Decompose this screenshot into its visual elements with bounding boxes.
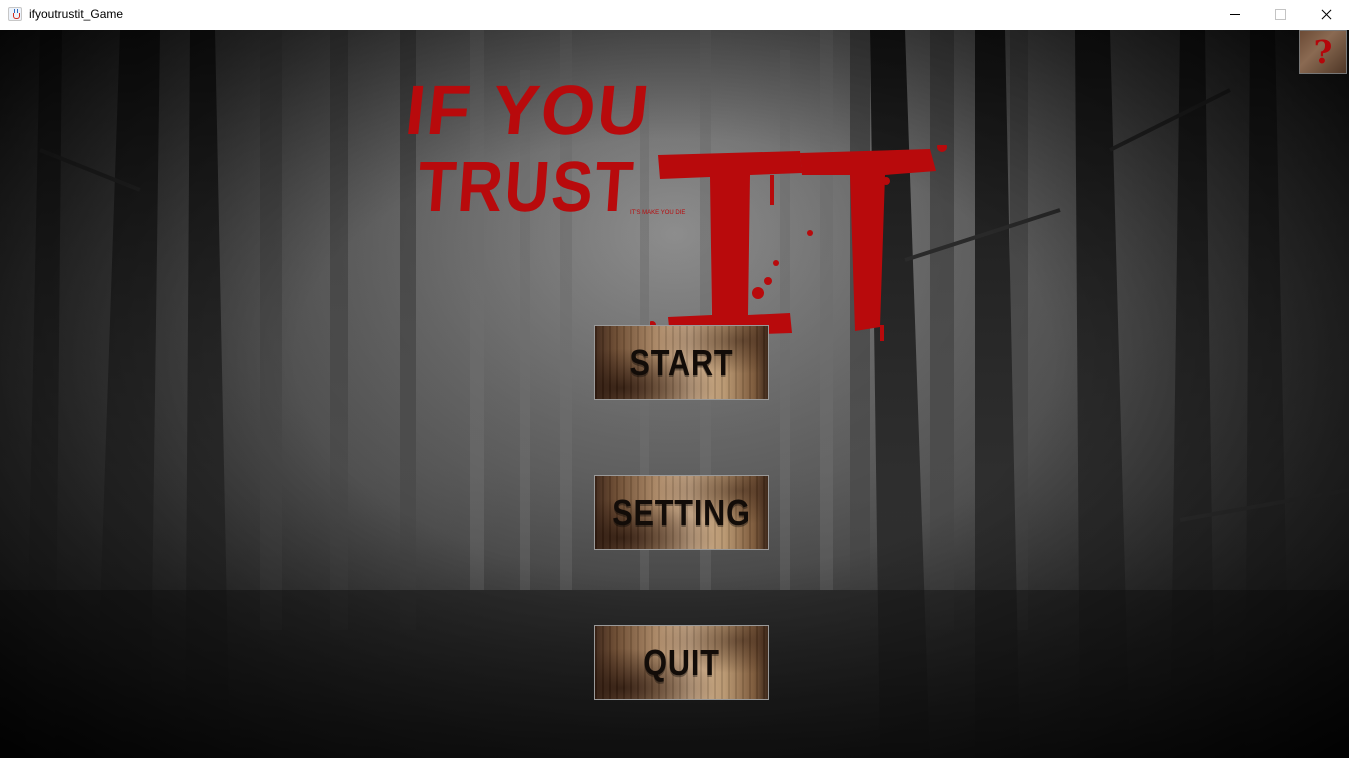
game-canvas: IF YOU TRUST IT'S MAKE YOU DIE ? START S… xyxy=(0,30,1349,758)
quit-button[interactable]: QUIT xyxy=(594,625,769,700)
question-mark-icon: ? xyxy=(1313,33,1333,71)
window-title: ifyoutrustit_Game xyxy=(29,7,124,21)
minimize-button[interactable] xyxy=(1212,0,1258,30)
java-cup-icon xyxy=(8,7,22,21)
logo-it-letters xyxy=(650,145,947,341)
close-button[interactable] xyxy=(1303,0,1349,30)
logo-line-2: TRUST xyxy=(415,147,638,228)
game-logo: IF YOU TRUST IT'S MAKE YOU DIE xyxy=(400,71,960,345)
start-button[interactable]: START xyxy=(594,325,769,400)
logo-line-1: IF YOU xyxy=(401,71,655,149)
quit-button-label: QUIT xyxy=(643,642,720,683)
help-button[interactable]: ? xyxy=(1299,30,1347,74)
setting-button[interactable]: SETTING xyxy=(594,475,769,550)
setting-button-label: SETTING xyxy=(612,492,751,533)
window-title-bar: ifyoutrustit_Game xyxy=(0,0,1349,30)
start-button-label: START xyxy=(629,342,734,383)
maximize-button[interactable] xyxy=(1257,0,1303,30)
